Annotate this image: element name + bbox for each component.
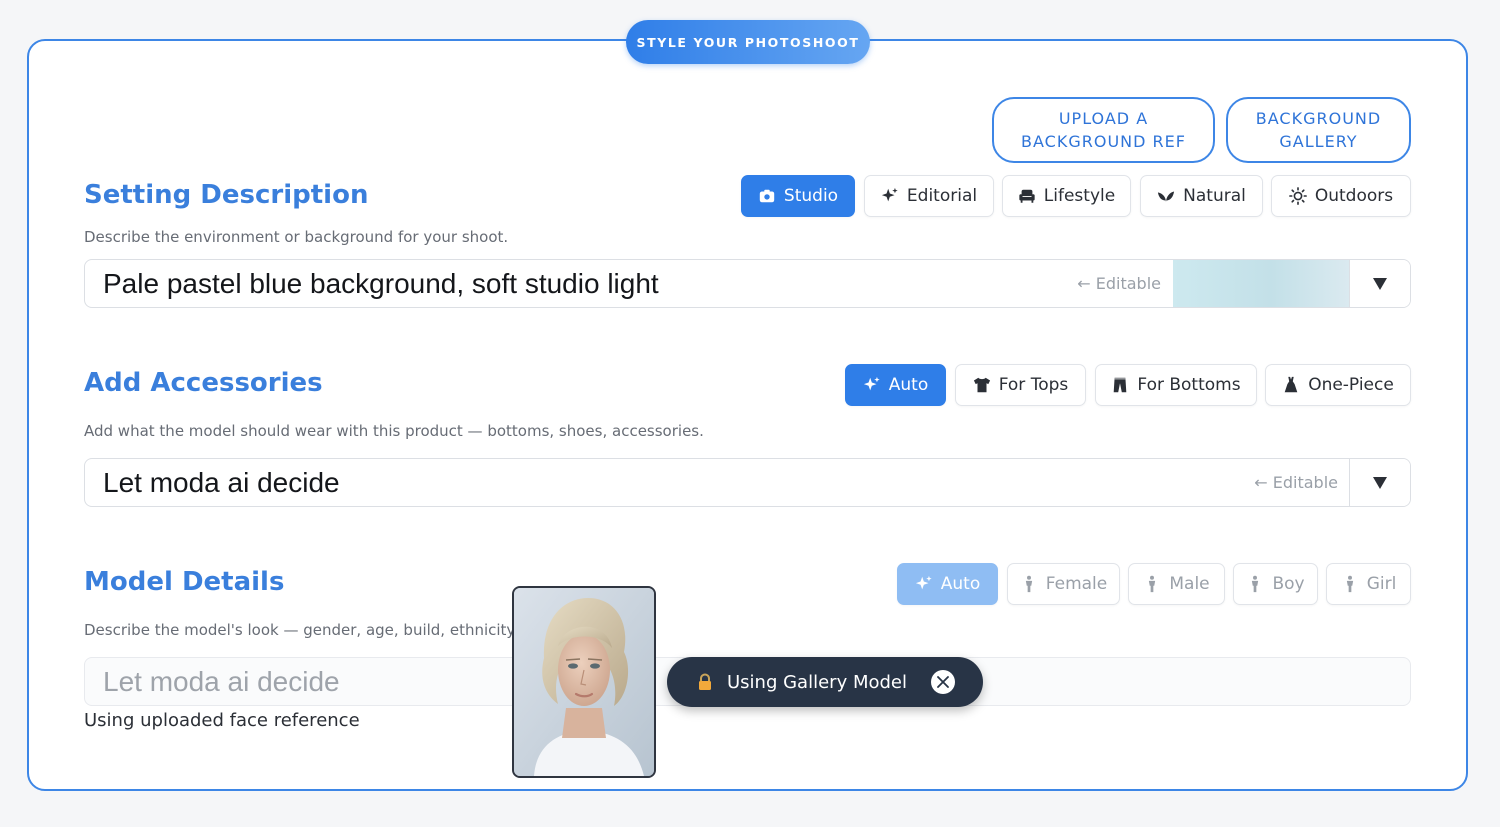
model-chip-auto[interactable]: Auto bbox=[897, 563, 998, 605]
toast-close-button[interactable] bbox=[931, 670, 955, 694]
model-chip-boy[interactable]: Boy bbox=[1233, 563, 1318, 605]
lock-icon bbox=[699, 673, 711, 690]
background-gallery-label: BACKGROUND GALLERY bbox=[1255, 109, 1382, 151]
accessories-chip-for-tops[interactable]: For Tops bbox=[955, 364, 1086, 406]
chip-label: Lifestyle bbox=[1043, 186, 1116, 206]
gallery-model-toast: Using Gallery Model bbox=[667, 657, 983, 707]
sparkle-icon bbox=[863, 376, 880, 391]
close-icon bbox=[937, 676, 949, 688]
chip-label: For Bottoms bbox=[1137, 375, 1241, 395]
setting-chip-lifestyle[interactable]: Lifestyle bbox=[1002, 175, 1131, 217]
setting-chip-natural[interactable]: Natural bbox=[1140, 175, 1263, 217]
chip-label: Auto bbox=[888, 375, 929, 395]
leaf-icon bbox=[1158, 191, 1175, 203]
chip-label: Male bbox=[1169, 574, 1210, 594]
setting-chip-studio[interactable]: Studio bbox=[741, 175, 855, 217]
caret-down-icon bbox=[1373, 277, 1387, 290]
setting-chip-editorial[interactable]: Editorial bbox=[864, 175, 994, 217]
accessories-chip-for-bottoms[interactable]: For Bottoms bbox=[1095, 364, 1257, 406]
person-icon bbox=[1025, 575, 1032, 593]
setting-description: Describe the environment or background f… bbox=[84, 228, 509, 246]
setting-chip-outdoors[interactable]: Outdoors bbox=[1271, 175, 1411, 217]
chip-label: Studio bbox=[783, 186, 839, 206]
model-chip-male[interactable]: Male bbox=[1128, 563, 1225, 605]
model-title: Model Details bbox=[84, 567, 285, 597]
accessories-dropdown-toggle[interactable] bbox=[1349, 459, 1410, 506]
model-input-placeholder: Let moda ai decide bbox=[103, 665, 340, 697]
accessories-chip-auto[interactable]: Auto bbox=[845, 364, 946, 406]
setting-editable-hint: ← Editable bbox=[1077, 274, 1161, 293]
face-reference-note: Using uploaded face reference bbox=[84, 710, 360, 731]
pants-icon bbox=[1114, 377, 1127, 393]
shirt-icon bbox=[973, 377, 990, 393]
setting-input[interactable]: Pale pastel blue background, soft studio… bbox=[84, 259, 1411, 308]
person-icon bbox=[1149, 575, 1156, 593]
caret-down-icon bbox=[1373, 476, 1387, 489]
dress-icon bbox=[1284, 376, 1298, 393]
sofa-icon bbox=[1019, 189, 1035, 203]
sparkle-icon bbox=[915, 575, 932, 590]
accessories-description: Add what the model should wear with this… bbox=[84, 422, 704, 440]
person-icon bbox=[1252, 575, 1259, 593]
accessories-input[interactable]: Let moda ai decide ← Editable bbox=[84, 458, 1411, 507]
sparkle-icon bbox=[881, 187, 898, 202]
upload-background-ref-label: UPLOAD A BACKGROUND REF bbox=[1021, 109, 1186, 151]
setting-dropdown-toggle[interactable] bbox=[1349, 260, 1410, 307]
sun-icon bbox=[1288, 187, 1307, 205]
background-gallery-button[interactable]: BACKGROUND GALLERY bbox=[1226, 97, 1411, 163]
model-chip-girl[interactable]: Girl bbox=[1326, 563, 1411, 605]
accessories-chip-one-piece[interactable]: One-Piece bbox=[1265, 364, 1411, 406]
accessories-title: Add Accessories bbox=[84, 368, 323, 398]
chip-label: Girl bbox=[1366, 574, 1397, 594]
chip-label: Outdoors bbox=[1314, 186, 1394, 206]
chip-label: For Tops bbox=[998, 375, 1069, 395]
camera-icon bbox=[759, 189, 775, 203]
chip-label: Auto bbox=[940, 574, 981, 594]
model-description: Describe the model's look — gender, age,… bbox=[84, 621, 535, 639]
upload-background-ref-button[interactable]: UPLOAD A BACKGROUND REF bbox=[992, 97, 1215, 163]
setting-title: Setting Description bbox=[84, 180, 369, 210]
chip-label: Natural bbox=[1183, 186, 1246, 206]
chip-label: Boy bbox=[1272, 574, 1305, 594]
section-header-pill: STYLE YOUR PHOTOSHOOT bbox=[626, 20, 870, 64]
chip-label: Editorial bbox=[906, 186, 978, 206]
background-color-swatch bbox=[1173, 260, 1351, 307]
setting-input-value: Pale pastel blue background, soft studio… bbox=[103, 267, 659, 299]
gallery-model-photo[interactable] bbox=[512, 586, 656, 778]
chip-label: One-Piece bbox=[1308, 375, 1394, 395]
accessories-editable-hint: ← Editable bbox=[1254, 473, 1338, 492]
accessories-input-value: Let moda ai decide bbox=[103, 466, 340, 498]
toast-label: Using Gallery Model bbox=[727, 671, 907, 693]
chip-label: Female bbox=[1045, 574, 1108, 594]
person-icon bbox=[1346, 575, 1353, 593]
model-portrait-image bbox=[514, 588, 654, 776]
model-chip-female[interactable]: Female bbox=[1007, 563, 1120, 605]
